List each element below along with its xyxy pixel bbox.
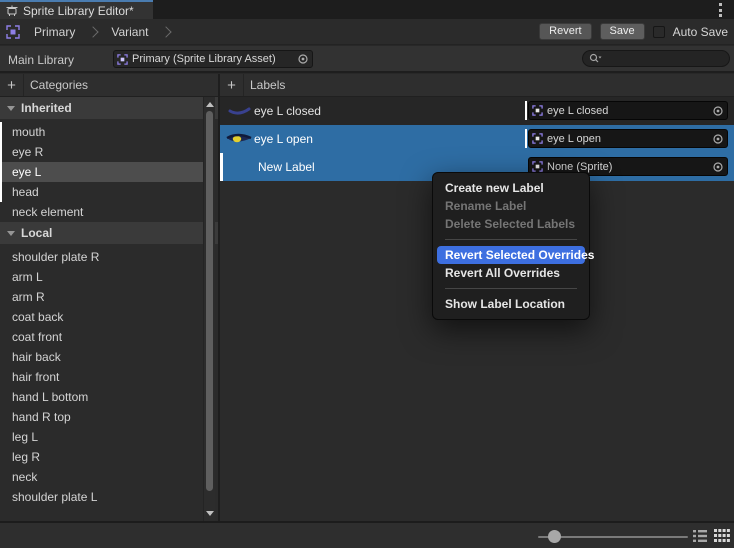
labels-title: Labels (250, 78, 285, 92)
category-item-shoulder-plate-l[interactable]: shoulder plate L (0, 487, 203, 507)
category-item-eye-l[interactable]: eye L (0, 162, 203, 182)
object-picker-icon[interactable] (297, 53, 309, 65)
search-field[interactable] (582, 50, 730, 67)
tab-title: Sprite Library Editor* (23, 4, 134, 18)
categories-title: Categories (30, 78, 88, 92)
menu-item-show-label-location[interactable]: Show Label Location (437, 295, 585, 313)
sprite-icon (532, 105, 543, 116)
category-item-shoulder-plate-r[interactable]: shoulder plate R (0, 247, 203, 267)
category-item-hand-l-bottom[interactable]: hand L bottom (0, 387, 203, 407)
object-picker-icon[interactable] (712, 133, 724, 145)
slider-knob[interactable] (548, 530, 561, 543)
object-picker-icon[interactable] (712, 105, 724, 117)
section-local-label: Local (21, 226, 52, 240)
sprite-icon (532, 161, 543, 172)
sprite-thumbnail-eye-open (224, 131, 254, 147)
object-picker-icon[interactable] (712, 161, 724, 173)
breadcrumb-primary[interactable]: Primary (34, 25, 75, 39)
menu-item-create-new-label[interactable]: Create new Label (437, 179, 585, 197)
label-row-eye-l-closed[interactable]: eye L closed eye L closed (220, 97, 734, 125)
breadcrumb-chevron-icon (88, 26, 99, 37)
sprite-field-value: eye L closed (547, 105, 708, 117)
window-menu-kebab-icon[interactable] (716, 3, 724, 17)
category-item-arm-l[interactable]: arm L (0, 267, 203, 287)
sprite-library-editor-window: Sprite Library Editor* Primary Variant R… (0, 0, 734, 548)
revert-button[interactable]: Revert (539, 23, 591, 40)
row-override-marker (220, 153, 223, 181)
menu-item-revert-all-overrides[interactable]: Revert All Overrides (437, 264, 585, 282)
category-item-neck[interactable]: neck (0, 467, 203, 487)
foldout-arrow-icon (7, 231, 15, 236)
category-item-head[interactable]: head (0, 182, 203, 202)
field-override-marker (525, 101, 527, 120)
bottom-bar (0, 521, 734, 548)
category-item-arm-r[interactable]: arm R (0, 287, 203, 307)
main-library-label: Main Library (8, 53, 74, 67)
label-name: eye L closed (254, 104, 321, 118)
menu-separator (445, 288, 577, 289)
toolbar: Primary Variant Revert Save Auto Save (0, 19, 734, 45)
foldout-arrow-icon (7, 106, 15, 111)
menu-item-delete-selected-labels: Delete Selected Labels (437, 215, 585, 233)
label-row-eye-l-open[interactable]: eye L open eye L open (220, 125, 734, 153)
scrollbar-thumb[interactable] (206, 111, 213, 491)
category-item-mouth[interactable]: mouth (0, 122, 203, 142)
tab-sprite-library-editor[interactable]: Sprite Library Editor* (0, 0, 153, 19)
menu-item-rename-label: Rename Label (437, 197, 585, 215)
breadcrumb-chevron-icon (161, 26, 172, 37)
sprite-object-field[interactable]: eye L closed (525, 101, 728, 120)
category-item-coat-front[interactable]: coat front (0, 327, 203, 347)
tab-strip: Sprite Library Editor* (0, 0, 734, 19)
menu-item-revert-selected-overrides[interactable]: Revert Selected Overrides (437, 246, 585, 264)
main-library-object-field[interactable]: Primary (Sprite Library Asset) (113, 50, 313, 68)
categories-panel: + Categories Inherited mouth eye R eye L… (0, 74, 218, 521)
sprite-field-value: None (Sprite) (547, 161, 708, 173)
category-item-coat-back[interactable]: coat back (0, 307, 203, 327)
section-inherited-label: Inherited (21, 101, 72, 115)
categories-header: + Categories (0, 74, 218, 97)
context-menu: Create new Label Rename Label Delete Sel… (432, 172, 590, 320)
label-name: eye L open (254, 132, 313, 146)
sprite-library-asset-icon (117, 54, 128, 65)
category-item-hair-front[interactable]: hair front (0, 367, 203, 387)
sprite-thumbnail-eye-closed (224, 103, 254, 119)
section-inherited[interactable]: Inherited (0, 97, 218, 119)
category-item-leg-r[interactable]: leg R (0, 447, 203, 467)
scroll-down-arrow-icon[interactable] (206, 511, 214, 516)
breadcrumb-variant[interactable]: Variant (111, 25, 148, 39)
categories-list: Inherited mouth eye R eye L head neck el… (0, 97, 218, 507)
add-label-button[interactable]: + (220, 74, 244, 96)
add-category-button[interactable]: + (0, 74, 24, 96)
scroll-up-arrow-icon[interactable] (206, 102, 214, 107)
main-library-object-value: Primary (Sprite Library Asset) (132, 53, 293, 65)
category-item-leg-l[interactable]: leg L (0, 427, 203, 447)
sprite-library-variant-icon (6, 25, 20, 39)
category-item-hair-back[interactable]: hair back (0, 347, 203, 367)
sprite-field-value: eye L open (547, 133, 708, 145)
main-library-row: Main Library Primary (Sprite Library Ass… (0, 46, 734, 73)
search-input[interactable] (602, 53, 712, 65)
auto-save-label: Auto Save (673, 25, 728, 39)
sprite-object-field[interactable]: eye L open (525, 129, 728, 148)
label-name: New Label (258, 160, 315, 174)
menu-separator (445, 239, 577, 240)
list-view-icon[interactable] (692, 529, 708, 544)
field-override-marker (525, 129, 527, 148)
labels-header: + Labels (220, 74, 734, 97)
category-item-eye-r[interactable]: eye R (0, 142, 203, 162)
category-item-neck-element[interactable]: neck element (0, 202, 203, 222)
search-icon (589, 53, 602, 64)
library-cabinet-icon (6, 5, 18, 17)
auto-save-checkbox[interactable] (653, 26, 665, 38)
category-override-marker (0, 122, 2, 202)
categories-scrollbar[interactable] (203, 97, 215, 521)
grid-view-icon[interactable] (714, 529, 730, 544)
sprite-icon (532, 133, 543, 144)
save-button[interactable]: Save (600, 23, 645, 40)
category-item-hand-r-top[interactable]: hand R top (0, 407, 203, 427)
section-local[interactable]: Local (0, 222, 218, 244)
thumbnail-size-slider[interactable] (538, 536, 688, 538)
